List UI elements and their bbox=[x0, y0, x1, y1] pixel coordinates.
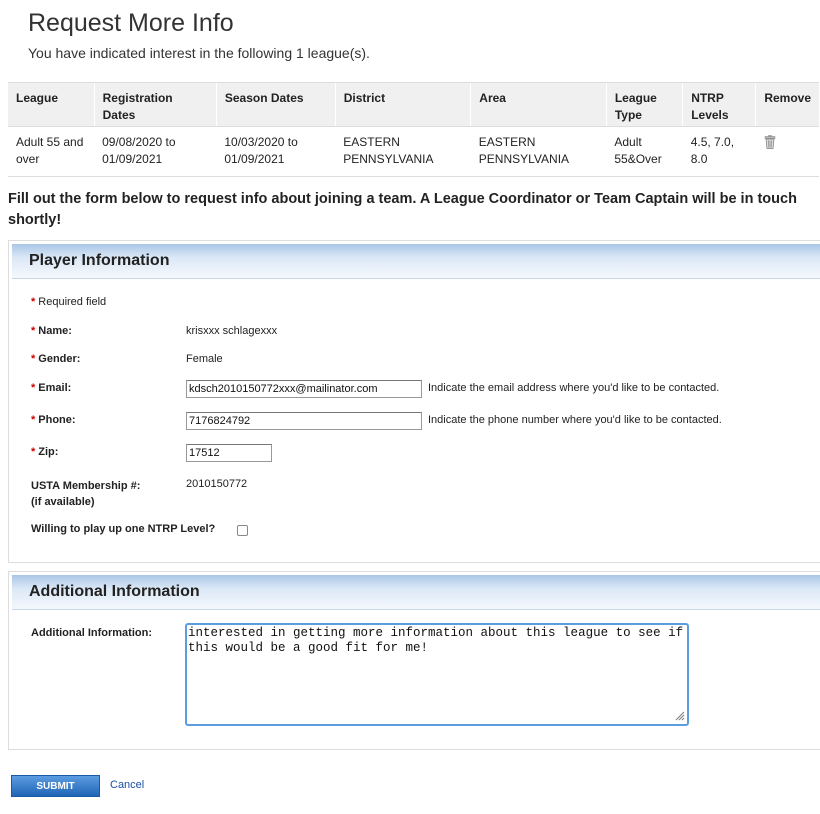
required-asterisk: * bbox=[31, 414, 36, 426]
required-asterisk: * bbox=[31, 353, 36, 365]
table-header-row: League Registration Dates Season Dates D… bbox=[8, 82, 819, 127]
area-cell: EASTERN PENNSYLVANIA bbox=[470, 126, 607, 177]
cancel-link[interactable]: Cancel bbox=[110, 779, 144, 791]
column-header: District bbox=[334, 82, 471, 127]
ntrp-levels-cell: 4.5, 7.0, 8.0 bbox=[682, 126, 756, 177]
season-dates-cell: 10/03/2020 to 01/09/2021 bbox=[216, 126, 336, 177]
name-label: * Name: bbox=[31, 325, 72, 337]
name-value: krisxxx schlagexxx bbox=[186, 325, 278, 337]
phone-hint: Indicate the phone number where you'd li… bbox=[428, 414, 722, 426]
membership-value: 2010150772 bbox=[186, 478, 248, 490]
membership-label: USTA Membership #: (if available) bbox=[31, 478, 140, 510]
zip-label: * Zip: bbox=[31, 446, 58, 458]
name-label-text: Name: bbox=[38, 325, 72, 337]
zip-label-text: Zip: bbox=[38, 446, 59, 458]
registration-dates-cell: 09/08/2020 to 01/09/2021 bbox=[94, 126, 217, 177]
intro-text: You have indicated interest in the follo… bbox=[28, 45, 370, 61]
additional-information-textarea[interactable]: interested in getting more information a… bbox=[185, 623, 689, 726]
submit-button[interactable]: SUBMIT bbox=[11, 775, 100, 797]
required-note: * Required field bbox=[31, 296, 106, 308]
email-field[interactable] bbox=[186, 380, 422, 398]
column-header: Remove bbox=[755, 82, 819, 127]
district-cell: EASTERN PENNSYLVANIA bbox=[335, 126, 471, 177]
required-asterisk: * bbox=[31, 446, 36, 458]
phone-label: * Phone: bbox=[31, 414, 76, 426]
player-information-title: Player Information bbox=[29, 252, 170, 269]
page-title: Request More Info bbox=[28, 9, 234, 37]
trash-icon[interactable] bbox=[764, 135, 776, 149]
phone-field[interactable] bbox=[186, 412, 422, 430]
play-up-label: Willing to play up one NTRP Level? bbox=[31, 523, 216, 535]
gender-label: * Gender: bbox=[31, 353, 80, 365]
required-asterisk: * bbox=[31, 382, 36, 394]
gender-label-text: Gender: bbox=[38, 353, 81, 365]
column-header: League Type bbox=[605, 82, 683, 127]
table-row: Adult 55 and over 09/08/2020 to 01/09/20… bbox=[8, 126, 819, 177]
required-note-text: Required field bbox=[38, 296, 107, 308]
column-header: NTRP Levels bbox=[682, 82, 756, 127]
player-information-panel: Player Information * Required field * Name… bbox=[8, 240, 820, 563]
column-header: Area bbox=[470, 82, 607, 127]
additional-information-label: Additional Information: bbox=[31, 627, 152, 639]
resize-grip-icon[interactable] bbox=[675, 711, 685, 721]
form-instructions: Fill out the form below to request info … bbox=[8, 191, 797, 228]
phone-label-text: Phone: bbox=[38, 414, 76, 426]
email-hint: Indicate the email address where you'd l… bbox=[428, 382, 720, 394]
leagues-table: League Registration Dates Season Dates D… bbox=[8, 82, 819, 177]
membership-label-text: USTA Membership #: bbox=[31, 480, 141, 492]
remove-cell bbox=[755, 126, 819, 177]
column-header: Registration Dates bbox=[93, 82, 217, 127]
gender-value: Female bbox=[186, 353, 223, 365]
membership-sublabel: (if available) bbox=[31, 496, 95, 508]
additional-information-header: Additional Information bbox=[12, 575, 820, 610]
required-asterisk: * bbox=[31, 325, 36, 337]
league-type-cell: Adult 55&Over bbox=[606, 126, 683, 177]
league-cell: Adult 55 and over bbox=[8, 126, 95, 177]
column-header: League bbox=[8, 82, 95, 127]
email-label-text: Email: bbox=[38, 382, 72, 394]
player-information-header: Player Information bbox=[12, 244, 820, 279]
zip-field[interactable] bbox=[186, 444, 272, 462]
additional-information-title: Additional Information bbox=[29, 583, 200, 600]
column-header: Season Dates bbox=[215, 82, 336, 127]
play-up-checkbox[interactable] bbox=[237, 525, 248, 536]
email-label: * Email: bbox=[31, 382, 71, 394]
required-asterisk: * bbox=[31, 296, 36, 308]
additional-information-panel: Additional Information Additional Inform… bbox=[8, 571, 820, 750]
